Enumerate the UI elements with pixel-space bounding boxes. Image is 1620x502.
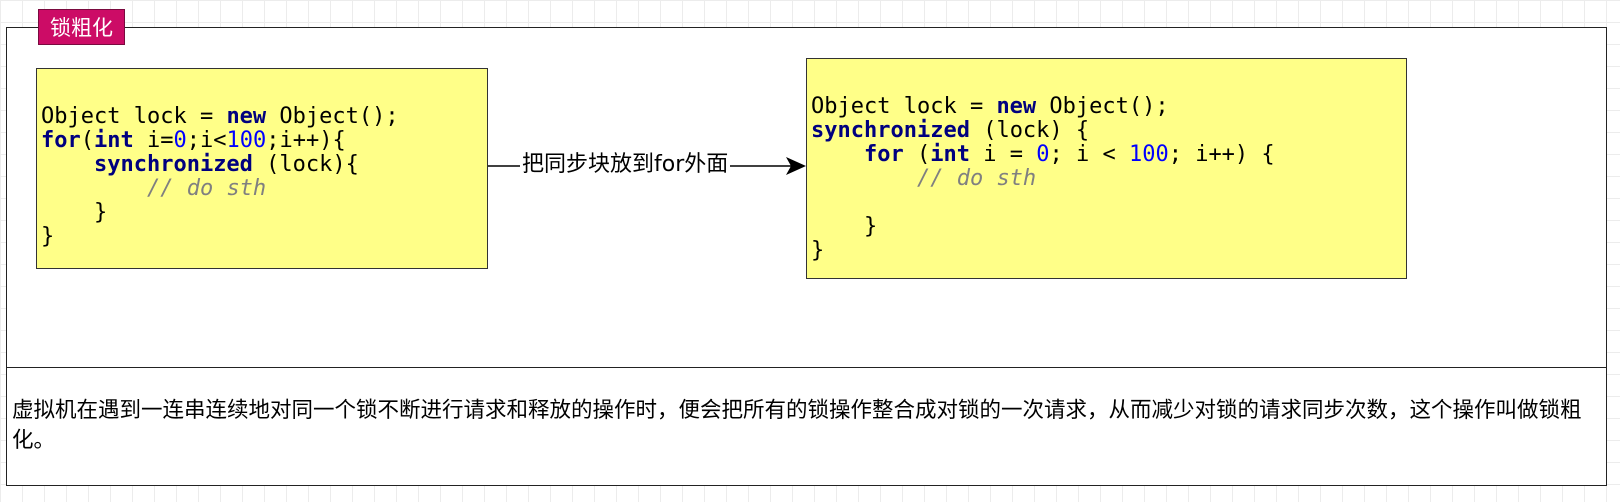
code-block-before: Object lock = new Object(); for(int i=0;i… (41, 105, 399, 249)
code-text: ; i < (1049, 142, 1129, 167)
code-keyword: for (41, 128, 81, 153)
code-keyword: synchronized (93, 152, 253, 177)
title-tag: 锁粗化 (38, 9, 125, 45)
code-text: ( (80, 128, 94, 153)
code-text: (lock) { (969, 118, 1090, 143)
code-line: // do sth (41, 177, 399, 201)
code-text: } (811, 214, 878, 239)
code-text: Object(); (266, 104, 399, 129)
code-comment: // do sth (146, 176, 267, 201)
code-line: } (41, 225, 399, 249)
code-keyword: for (863, 142, 904, 167)
code-line: } (811, 239, 1275, 263)
code-text: i= (133, 128, 174, 153)
code-number: 100 (226, 128, 267, 153)
code-text: ;i++){ (266, 128, 346, 153)
code-box-before: Object lock = new Object(); for(int i=0;i… (36, 68, 488, 269)
code-line: synchronized (lock){ (41, 153, 399, 177)
code-number: 0 (173, 128, 187, 153)
code-text: i = (969, 142, 1037, 167)
code-line: for(int i=0;i<100;i++){ (41, 129, 399, 153)
code-line: } (41, 201, 399, 225)
code-line: for (int i = 0; i < 100; i++) { (811, 143, 1275, 167)
code-text: Object lock = (811, 94, 997, 119)
code-number: 100 (1128, 142, 1169, 167)
section-divider (6, 367, 1607, 368)
code-keyword: int (930, 142, 970, 167)
code-block-after: Object lock = new Object(); synchronized … (811, 95, 1275, 263)
code-keyword: new (996, 94, 1037, 119)
code-line: synchronized (lock) { (811, 119, 1275, 143)
code-keyword: new (226, 104, 267, 129)
code-line: } (811, 215, 1275, 239)
code-comment: // do sth (916, 166, 1037, 191)
code-keyword: synchronized (811, 118, 970, 143)
code-text: } (41, 200, 108, 225)
code-text: ; i++) { (1168, 142, 1275, 167)
code-box-after: Object lock = new Object(); synchronized … (806, 58, 1407, 279)
code-text: } (811, 238, 825, 263)
code-keyword: int (94, 128, 134, 153)
code-text: Object(); (1036, 94, 1169, 119)
code-text: (lock){ (252, 152, 359, 177)
code-line: // do sth (811, 167, 1275, 191)
code-text: ;i< (186, 128, 227, 153)
code-text: Object lock = (41, 104, 227, 129)
code-line: Object lock = new Object(); (41, 105, 399, 129)
description-text: 虚拟机在遇到一连串连续地对同一个锁不断进行请求和释放的操作时，便会把所有的锁操作… (12, 398, 1582, 453)
arrow-label: 把同步块放到for外面 (520, 150, 731, 180)
code-text: } (41, 224, 55, 249)
code-line: Object lock = new Object(); (811, 95, 1275, 119)
code-text: ( (903, 142, 931, 167)
code-number: 0 (1036, 142, 1050, 167)
